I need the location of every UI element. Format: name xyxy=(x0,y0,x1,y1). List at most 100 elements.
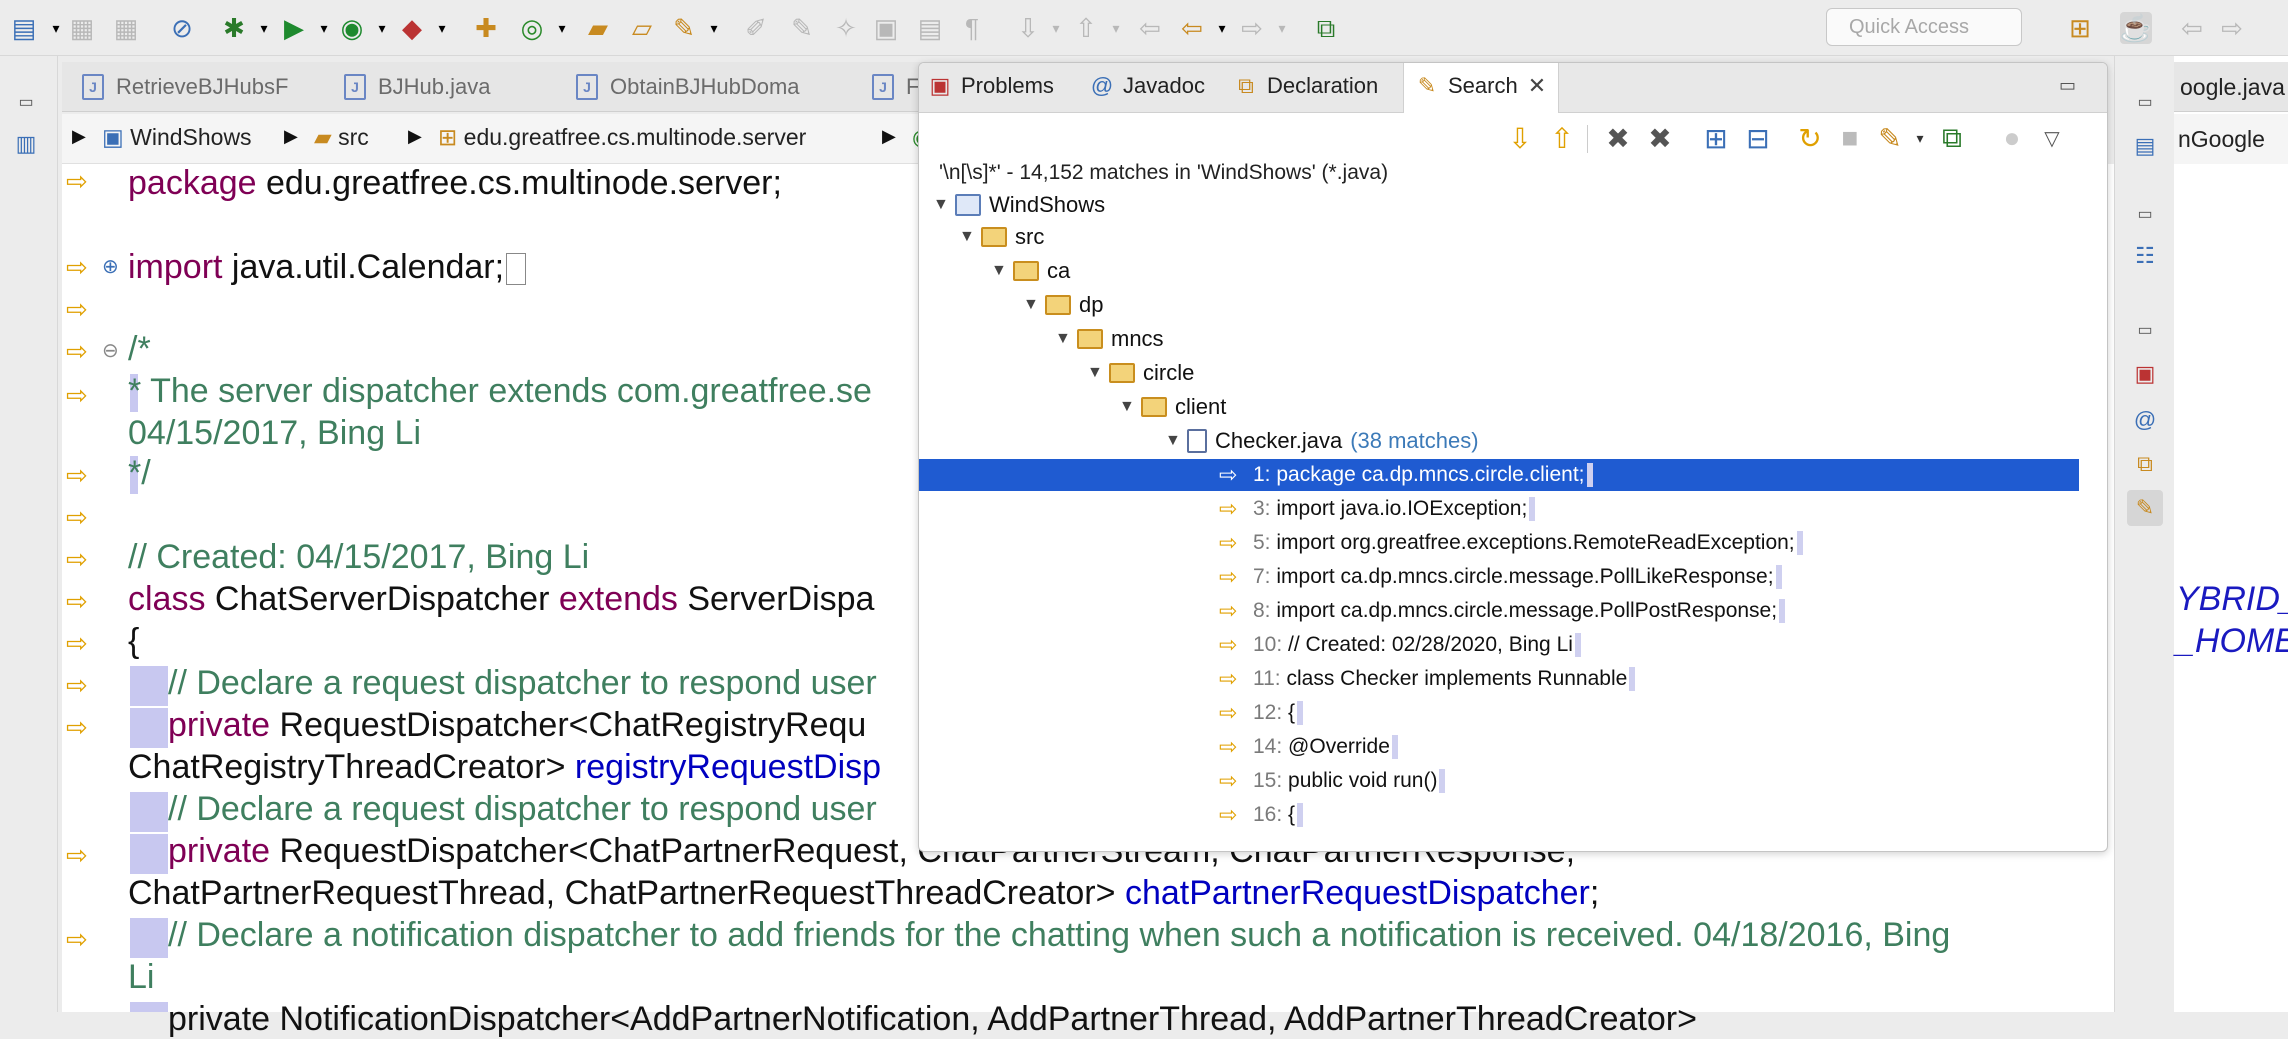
search-match-row[interactable]: ⇨ 8: import ca.dp.mncs.circle.message.Pol… xyxy=(919,595,2079,627)
tree-expand-icon[interactable]: ▼ xyxy=(1023,296,1045,314)
prev-annotation-icon[interactable]: ⇧ xyxy=(1070,12,1102,44)
pin-search-view-icon[interactable]: ⧉ xyxy=(1935,121,1969,155)
block-selection-icon[interactable]: ▣ xyxy=(870,12,902,44)
back-icon[interactable]: ⇦ xyxy=(1176,12,1208,44)
search-match-row[interactable]: ⇨ 14: @Override xyxy=(919,731,2079,763)
search-match-row[interactable]: ⇨ 12: { xyxy=(919,697,2079,729)
cancel-search-icon[interactable]: ■ xyxy=(1833,121,1867,155)
search-tool-icon[interactable]: ✎ xyxy=(668,12,700,44)
new-icon[interactable]: ▤ xyxy=(8,12,40,44)
tree-expand-icon[interactable]: ▼ xyxy=(1087,364,1109,382)
annotation-icon[interactable]: ✐ xyxy=(740,12,772,44)
task-list-icon[interactable]: ▤ xyxy=(2127,128,2163,164)
open-type-icon[interactable]: ▰ xyxy=(582,12,614,44)
forward-icon[interactable]: ⇨ xyxy=(1236,12,1268,44)
remove-all-matches-icon[interactable]: ✖ xyxy=(1643,121,1677,155)
editor-tab-retrievebjhubs[interactable]: J RetrieveBJHubsF xyxy=(70,68,288,106)
tab-problems[interactable]: ▣ Problems xyxy=(927,73,1054,99)
declaration-icon[interactable]: ⧉ xyxy=(2127,446,2163,482)
previous-match-icon[interactable]: ⇧ xyxy=(1545,121,1579,155)
search-match-row[interactable]: ⇨ 11: class Checker implements Runnable xyxy=(919,663,2079,695)
search-match-row[interactable]: ⇨ 1: package ca.dp.mncs.circle.client; xyxy=(919,459,2079,491)
skip-breakpoints-icon[interactable]: ⊘ xyxy=(166,12,198,44)
restore-icon[interactable]: ▭ xyxy=(2127,196,2163,232)
new-class-dropdown-icon[interactable]: ▾ xyxy=(546,12,578,44)
tree-node-file[interactable]: ▼ Checker.java (38 matches) xyxy=(1165,425,1479,457)
tab-search[interactable]: ✎ Search ✕ xyxy=(1403,63,1560,113)
search-view-icon[interactable]: ✎ xyxy=(2127,490,2163,526)
folded-import-marker[interactable] xyxy=(506,253,527,286)
refresh-search-icon[interactable]: ↻ xyxy=(1793,121,1827,155)
tree-node-folder[interactable]: ▼ src xyxy=(959,221,1044,253)
fold-expand-icon[interactable]: ⊕ xyxy=(102,254,119,279)
search-match-row[interactable]: ⇨ 3: import java.io.IOException; xyxy=(919,493,2079,525)
forward-dropdown-icon[interactable]: ▾ xyxy=(1266,12,1298,44)
breadcrumb-project[interactable]: ▣ WindShows xyxy=(102,124,252,151)
restore-icon[interactable]: ▭ xyxy=(2127,84,2163,120)
word-wrap-icon[interactable]: ▤ xyxy=(914,12,946,44)
back-dropdown-icon[interactable]: ▾ xyxy=(1206,12,1238,44)
quick-access-input[interactable]: Quick Access xyxy=(1826,8,2022,46)
save-all-icon[interactable]: ▦ xyxy=(110,12,142,44)
javadoc-icon[interactable]: @ xyxy=(2127,402,2163,438)
perspective-nav-icon[interactable]: ⇨ xyxy=(2216,12,2248,44)
prev-annotation-dropdown-icon[interactable]: ▾ xyxy=(1100,12,1132,44)
fold-collapse-icon[interactable]: ⊖ xyxy=(102,338,119,363)
secondary-tab-label[interactable]: oogle.java xyxy=(2180,74,2285,101)
external-tools-icon[interactable]: ◆ xyxy=(396,12,428,44)
view-menu-icon[interactable]: ▽ xyxy=(2035,121,2069,155)
expand-all-icon[interactable]: ⊞ xyxy=(1699,121,1733,155)
breadcrumb-package[interactable]: ⊞ edu.greatfree.cs.multinode.server xyxy=(438,124,806,151)
debug-dropdown-icon[interactable]: ▾ xyxy=(248,12,280,44)
editor-tab-partial[interactable]: JF xyxy=(860,68,919,106)
tree-node-project[interactable]: ▼ WindShows xyxy=(933,189,1105,221)
tree-expand-icon[interactable]: ▼ xyxy=(933,196,955,214)
open-perspective-icon[interactable]: ⊞ xyxy=(2064,12,2096,44)
coverage-icon[interactable]: ◉ xyxy=(336,12,368,44)
run-icon[interactable]: ▶ xyxy=(278,12,310,44)
tab-javadoc[interactable]: @ Javadoc xyxy=(1089,73,1205,99)
new-java-project-icon[interactable]: ✚ xyxy=(470,12,502,44)
collapse-all-icon[interactable]: ⊟ xyxy=(1741,121,1775,155)
breadcrumb-src[interactable]: ▰ src xyxy=(314,124,369,151)
tree-node-folder[interactable]: ▼ client xyxy=(1119,391,1226,423)
next-match-icon[interactable]: ⇩ xyxy=(1503,121,1537,155)
search-match-row[interactable]: ⇨ 15: public void run() xyxy=(919,765,2079,797)
editor-tab-bjhub[interactable]: J BJHub.java xyxy=(332,68,491,106)
pin-editor-icon[interactable]: ⧉ xyxy=(1310,12,1342,44)
java-perspective-icon[interactable]: ☕ xyxy=(2120,12,2152,44)
debug-perspective-icon[interactable]: ⇦ xyxy=(2176,12,2208,44)
tree-expand-icon[interactable]: ▼ xyxy=(1119,398,1141,416)
share-icon[interactable]: ✧ xyxy=(830,12,862,44)
secondary-breadcrumb-label[interactable]: nGoogle xyxy=(2178,126,2265,153)
tree-expand-icon[interactable]: ▼ xyxy=(959,228,981,246)
tree-node-folder[interactable]: ▼ ca xyxy=(991,255,1070,287)
save-icon[interactable]: ▦ xyxy=(66,12,98,44)
coverage-dropdown-icon[interactable]: ▾ xyxy=(366,12,398,44)
show-as-list-icon[interactable]: ● xyxy=(1995,121,2029,155)
tree-expand-icon[interactable]: ▼ xyxy=(991,262,1013,280)
restore-icon[interactable]: ▭ xyxy=(8,84,44,120)
package-explorer-icon[interactable]: ▥ xyxy=(8,126,44,162)
show-whitespace-icon[interactable]: ¶ xyxy=(956,12,988,44)
tree-node-folder[interactable]: ▼ dp xyxy=(1023,289,1103,321)
editor-tab-obtainbjhubdoma[interactable]: J ObtainBJHubDoma xyxy=(564,68,800,106)
close-icon[interactable]: ✕ xyxy=(1528,73,1546,98)
next-annotation-dropdown-icon[interactable]: ▾ xyxy=(1040,12,1072,44)
maximize-panel-icon[interactable]: ▭ xyxy=(2059,75,2076,96)
tree-expand-icon[interactable]: ▼ xyxy=(1165,432,1187,450)
tab-declaration[interactable]: ⧉ Declaration xyxy=(1233,73,1378,99)
search-match-row[interactable]: ⇨ 10: // Created: 02/28/2020, Bing Li xyxy=(919,629,2079,661)
external-tools-dropdown-icon[interactable]: ▾ xyxy=(426,12,458,44)
search-match-row[interactable]: ⇨ 5: import org.greatfree.exceptions.Remo… xyxy=(919,527,2079,559)
debug-icon[interactable]: ✱ xyxy=(218,12,250,44)
search-history-icon[interactable]: ✎ xyxy=(1873,121,1907,155)
new-class-icon[interactable]: ◎ xyxy=(516,12,548,44)
search-match-row[interactable]: ⇨ 7: import ca.dp.mncs.circle.message.Pol… xyxy=(919,561,2079,593)
tree-expand-icon[interactable]: ▼ xyxy=(1055,330,1077,348)
open-task-icon[interactable]: ▱ xyxy=(626,12,658,44)
tree-node-folder[interactable]: ▼ circle xyxy=(1087,357,1194,389)
problems-icon[interactable]: ▣ xyxy=(2127,356,2163,392)
restore-icon[interactable]: ▭ xyxy=(2127,312,2163,348)
outline-icon[interactable]: ☷ xyxy=(2127,238,2163,274)
